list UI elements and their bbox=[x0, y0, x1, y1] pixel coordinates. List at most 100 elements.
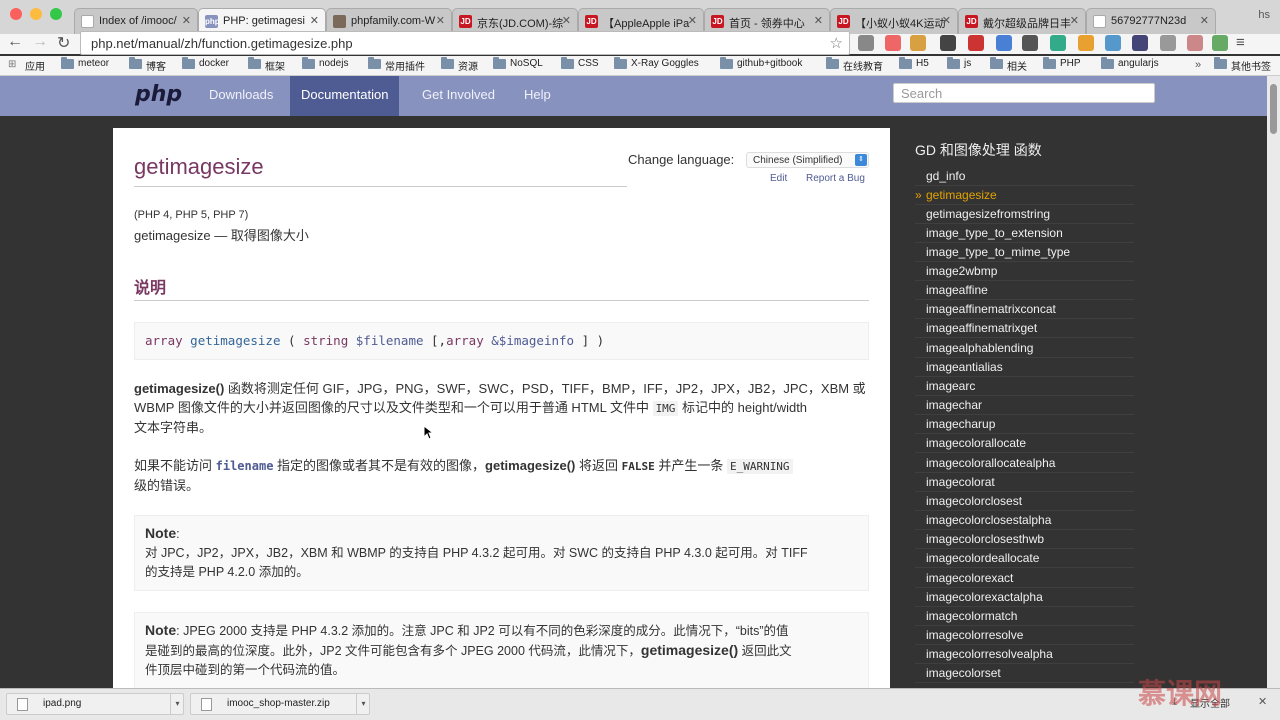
download-item[interactable]: imooc_shop-master.zip ▾ bbox=[190, 693, 370, 715]
extension-icon[interactable] bbox=[996, 35, 1012, 51]
minimize-window-button[interactable] bbox=[30, 8, 42, 20]
close-tab-icon[interactable]: ✕ bbox=[562, 14, 571, 27]
extension-icon[interactable] bbox=[1160, 35, 1176, 51]
bookmark-folder[interactable]: 在线教育 bbox=[826, 57, 883, 73]
bookmark-folder[interactable]: js bbox=[947, 57, 971, 69]
sidebar-item[interactable]: image_type_to_extension bbox=[915, 224, 1134, 243]
sidebar-item[interactable]: imagecolorset bbox=[915, 664, 1134, 683]
extension-icon[interactable] bbox=[1132, 35, 1148, 51]
sidebar-item[interactable]: imagecolorexact bbox=[915, 569, 1134, 588]
sidebar-item[interactable]: imagecolorclosestalpha bbox=[915, 511, 1134, 530]
sidebar-item[interactable]: imageaffinematrixget bbox=[915, 319, 1134, 338]
sidebar-item[interactable]: imagealphablending bbox=[915, 339, 1134, 358]
bookmark-folder[interactable]: 资源 bbox=[441, 57, 478, 73]
address-bar[interactable]: php.net/manual/zh/function.getimagesize.… bbox=[80, 31, 850, 55]
bookmark-folder[interactable]: 常用插件 bbox=[368, 57, 425, 73]
browser-tab[interactable]: JD 【小蚁小蚁4K运动 ✕ bbox=[830, 8, 958, 34]
search-input[interactable]: Search bbox=[893, 83, 1155, 103]
extension-icon[interactable] bbox=[1022, 35, 1038, 51]
close-tab-icon[interactable]: ✕ bbox=[942, 14, 951, 27]
bookmark-folder[interactable]: 框架 bbox=[248, 57, 285, 73]
sidebar-item[interactable]: imagechar bbox=[915, 396, 1134, 415]
sidebar-item[interactable]: imagecolormatch bbox=[915, 607, 1134, 626]
nav-get-involved[interactable]: Get Involved bbox=[411, 76, 506, 116]
close-tab-icon[interactable]: ✕ bbox=[1070, 14, 1079, 27]
browser-tab[interactable]: 56792777N23d ✕ bbox=[1086, 8, 1216, 34]
bookmark-folder[interactable]: docker bbox=[182, 57, 229, 69]
download-menu-arrow-icon[interactable]: ▾ bbox=[356, 693, 370, 715]
adblock-icon[interactable] bbox=[968, 35, 984, 51]
bookmark-folder[interactable]: PHP bbox=[1043, 57, 1081, 69]
function-name[interactable]: getimagesize() bbox=[485, 458, 575, 473]
sidebar-item[interactable]: imageantialias bbox=[915, 358, 1134, 377]
bookmarks-overflow-button[interactable]: » bbox=[1195, 59, 1201, 71]
sidebar-item-getimagesize-current[interactable]: » getimagesize bbox=[915, 186, 1134, 205]
close-tab-icon[interactable]: ✕ bbox=[436, 14, 445, 27]
extension-icon[interactable] bbox=[1187, 35, 1203, 51]
nav-help[interactable]: Help bbox=[513, 76, 562, 116]
bookmark-folder[interactable]: github+gitbook bbox=[720, 57, 802, 69]
close-tab-icon[interactable]: ✕ bbox=[310, 14, 319, 27]
close-tab-icon[interactable]: ✕ bbox=[1200, 14, 1209, 27]
php-logo[interactable]: php bbox=[135, 82, 182, 107]
close-tab-icon[interactable]: ✕ bbox=[182, 14, 191, 27]
sidebar-item[interactable]: imageaffinematrixconcat bbox=[915, 300, 1134, 319]
sidebar-item[interactable]: imagecolorallocate bbox=[915, 434, 1134, 453]
menu-icon[interactable]: ≡ bbox=[1236, 34, 1245, 51]
bookmark-star-icon[interactable]: ☆ bbox=[830, 34, 843, 52]
nav-downloads[interactable]: Downloads bbox=[198, 76, 284, 116]
sidebar-item[interactable]: imagecolorallocatealpha bbox=[915, 454, 1134, 473]
function-name[interactable]: getimagesize() bbox=[134, 381, 224, 396]
scrollbar-thumb[interactable] bbox=[1270, 84, 1277, 134]
sidebar-item[interactable]: imagecolorat bbox=[915, 473, 1134, 492]
download-menu-arrow-icon[interactable]: ▾ bbox=[170, 693, 184, 715]
sidebar-item[interactable]: imagecolorresolvealpha bbox=[915, 645, 1134, 664]
bookmark-folder[interactable]: 相关 bbox=[990, 57, 1027, 73]
function-name[interactable]: getimagesize() bbox=[641, 642, 738, 658]
close-tab-icon[interactable]: ✕ bbox=[688, 14, 697, 27]
sidebar-item[interactable]: imagecolorresolve bbox=[915, 626, 1134, 645]
zoom-window-button[interactable] bbox=[50, 8, 62, 20]
bookmark-folder[interactable]: NoSQL bbox=[493, 57, 543, 69]
bookmark-folder[interactable]: meteor bbox=[61, 57, 109, 69]
extension-icon[interactable] bbox=[910, 35, 926, 51]
sidebar-item[interactable]: imageaffine bbox=[915, 281, 1134, 300]
bookmark-folder[interactable]: CSS bbox=[561, 57, 599, 69]
bookmark-apps[interactable]: ⊞ 应用 bbox=[8, 58, 45, 73]
sidebar-item-gd-info[interactable]: gd_info bbox=[915, 167, 1134, 186]
sidebar-item[interactable]: imagecolorexactalpha bbox=[915, 588, 1134, 607]
extension-icon[interactable] bbox=[1050, 35, 1066, 51]
bookmark-folder[interactable]: angularjs bbox=[1101, 57, 1159, 69]
browser-tab[interactable]: JD 戴尔超级品牌日丰 ✕ bbox=[958, 8, 1086, 34]
page-scrollbar[interactable] bbox=[1267, 76, 1280, 688]
extension-icon[interactable] bbox=[1212, 35, 1228, 51]
language-select[interactable]: Chinese (Simplified) ⇕ bbox=[746, 152, 869, 168]
reload-icon[interactable]: ↻ bbox=[57, 33, 70, 53]
bookmark-folder[interactable]: 博客 bbox=[129, 57, 166, 73]
bookmark-folder[interactable]: H5 bbox=[899, 57, 929, 69]
sidebar-item[interactable]: imagecolorclosest bbox=[915, 492, 1134, 511]
extension-icon[interactable] bbox=[1078, 35, 1094, 51]
constant-e-warning[interactable]: E_WARNING bbox=[726, 459, 793, 474]
back-arrow-icon[interactable]: ← bbox=[7, 33, 23, 51]
close-window-button[interactable] bbox=[10, 8, 22, 20]
extension-icon[interactable] bbox=[940, 35, 956, 51]
extension-icon[interactable] bbox=[885, 35, 901, 51]
sidebar-item[interactable]: imagearc bbox=[915, 377, 1134, 396]
sidebar-item[interactable]: imagecolorclosesthwb bbox=[915, 530, 1134, 549]
profile-name[interactable]: hs bbox=[1258, 9, 1270, 21]
edit-link[interactable]: Edit bbox=[770, 173, 787, 184]
close-tab-icon[interactable]: ✕ bbox=[814, 14, 823, 27]
bookmark-folder[interactable]: X-Ray Goggles bbox=[614, 57, 699, 69]
sidebar-item[interactable]: image_type_to_mime_type bbox=[915, 243, 1134, 262]
bookmark-folder-other[interactable]: 其他书签 bbox=[1214, 57, 1271, 73]
sidebar-item[interactable]: image2wbmp bbox=[915, 262, 1134, 281]
forward-arrow-icon[interactable]: → bbox=[32, 33, 48, 51]
sidebar-item[interactable]: imagecharup bbox=[915, 415, 1134, 434]
download-item[interactable]: ipad.png ▾ bbox=[6, 693, 184, 715]
sidebar-item[interactable]: imagecolordeallocate bbox=[915, 549, 1134, 568]
extension-icon[interactable] bbox=[858, 35, 874, 51]
extension-icon[interactable] bbox=[1105, 35, 1121, 51]
sidebar-item[interactable]: getimagesizefromstring bbox=[915, 205, 1134, 224]
report-bug-link[interactable]: Report a Bug bbox=[806, 173, 865, 184]
